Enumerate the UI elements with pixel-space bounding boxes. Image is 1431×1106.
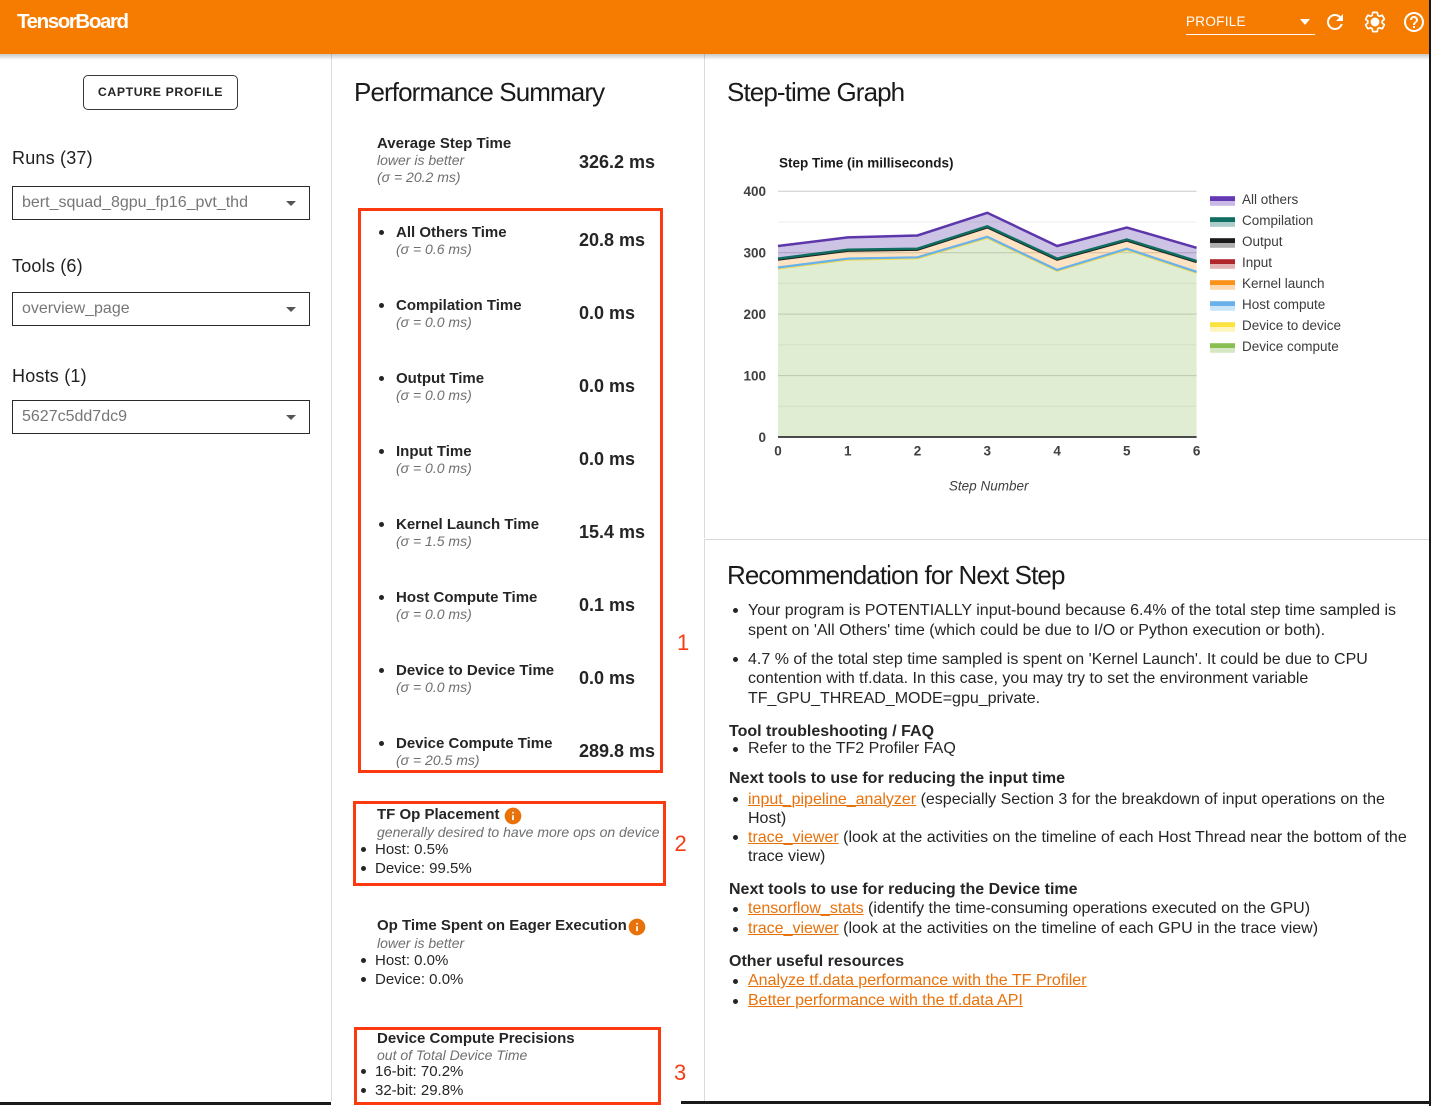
svg-text:300: 300 xyxy=(743,246,766,261)
svg-text:Host compute: Host compute xyxy=(1242,297,1325,312)
svg-text:6: 6 xyxy=(1193,444,1201,459)
svg-text:4: 4 xyxy=(1053,444,1061,459)
svg-text:Kernel launch: Kernel launch xyxy=(1242,276,1325,291)
svg-text:100: 100 xyxy=(743,368,766,383)
svg-text:Device to device: Device to device xyxy=(1242,318,1341,333)
svg-text:5: 5 xyxy=(1123,444,1131,459)
svg-text:Output: Output xyxy=(1242,234,1283,249)
svg-text:1: 1 xyxy=(844,444,852,459)
svg-text:Compilation: Compilation xyxy=(1242,213,1313,228)
svg-text:All others: All others xyxy=(1242,192,1299,207)
svg-text:Step Time (in milliseconds): Step Time (in milliseconds) xyxy=(779,156,954,171)
svg-text:0: 0 xyxy=(758,430,766,445)
svg-text:3: 3 xyxy=(984,444,992,459)
svg-text:Device compute: Device compute xyxy=(1242,339,1339,354)
svg-text:0: 0 xyxy=(774,444,782,459)
svg-text:200: 200 xyxy=(743,307,766,322)
svg-text:2: 2 xyxy=(914,444,922,459)
svg-text:Step Number: Step Number xyxy=(949,479,1029,494)
svg-text:400: 400 xyxy=(743,184,766,199)
svg-text:Input: Input xyxy=(1242,255,1272,270)
